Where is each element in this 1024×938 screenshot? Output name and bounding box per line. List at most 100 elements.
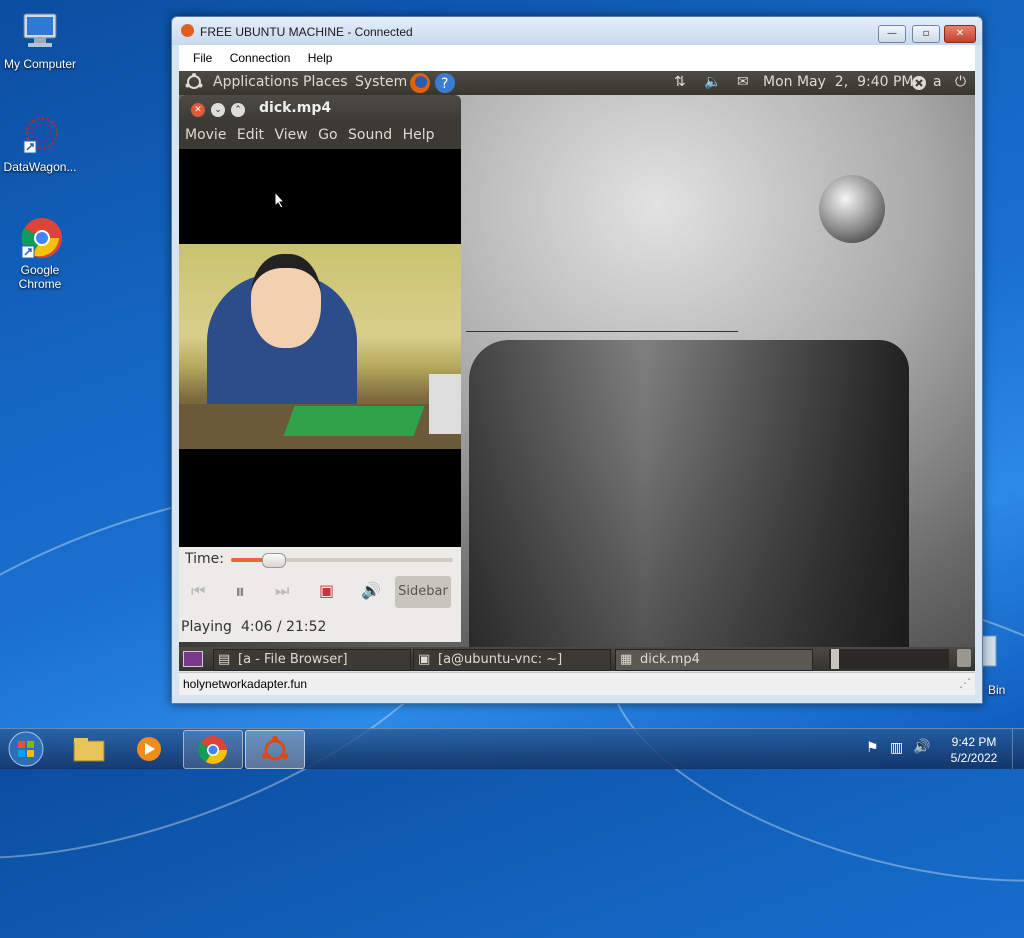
taskbar-item-label: [a - File Browser] <box>238 652 348 667</box>
taskbar-item-label: [a@ubuntu-vnc: ~] <box>438 652 563 667</box>
remote-desktop[interactable]: Applications Places System ? ⇅ 🔈 ✉ Mon M… <box>179 71 975 671</box>
vnc-menu-bar: File Connection Help <box>179 45 975 71</box>
resize-grip-icon[interactable]: ⋰ <box>959 676 971 690</box>
desk-mat <box>283 406 425 436</box>
taskbar-chrome-button[interactable] <box>183 730 243 769</box>
desktop-icon-label: Google Chrome <box>18 263 62 291</box>
taskbar-item-file-browser[interactable]: ▤ [a - File Browser] <box>213 649 411 671</box>
desktop-icon-my-computer[interactable]: My Computer <box>0 10 80 71</box>
video-area[interactable] <box>179 149 461 547</box>
user-name[interactable]: a <box>933 74 942 90</box>
system-clock[interactable]: 9:42 PM 5/2/2022 <box>944 734 1004 766</box>
window-title: FREE UBUNTU MACHINE - Connected <box>200 25 413 39</box>
recycle-bin-icon[interactable] <box>981 632 1002 672</box>
totem-player-window[interactable]: ✕ ⌄ ⌃ dick.mp4 Movie Edit View Go Sound … <box>179 95 461 642</box>
network-icon[interactable]: ▥ <box>890 740 903 756</box>
workspace-1[interactable] <box>831 649 839 669</box>
network-icon[interactable]: ⇅ <box>674 74 686 90</box>
volume-icon[interactable]: 🔈 <box>704 74 721 90</box>
glass-image <box>469 340 909 671</box>
film-icon: ▦ <box>620 652 633 667</box>
menu-go[interactable]: Go <box>318 127 337 143</box>
desktop-icon-label: DataWagon... <box>3 160 77 174</box>
menu-file[interactable]: File <box>193 51 212 65</box>
next-chapter-icon[interactable]: ⏭ <box>275 581 289 601</box>
sidebar-button[interactable]: Sidebar <box>395 576 451 608</box>
maximize-button[interactable]: ⌃ <box>231 103 245 117</box>
menu-places[interactable]: Places <box>303 74 348 90</box>
menu-sound[interactable]: Sound <box>348 127 392 143</box>
show-desktop-icon[interactable] <box>183 651 203 667</box>
character-head <box>251 254 321 348</box>
close-button[interactable]: ✕ <box>191 103 205 117</box>
workspace-switcher[interactable] <box>829 649 949 669</box>
taskbar-item-totem[interactable]: ▦ dick.mp4 <box>615 649 813 671</box>
menu-movie[interactable]: Movie <box>185 127 226 143</box>
taskbar-media-player-icon[interactable] <box>134 735 164 763</box>
menu-applications[interactable]: Applications <box>213 74 299 90</box>
computer-icon <box>18 10 62 54</box>
panel-clock[interactable]: Mon May 2, 9:40 PM <box>763 74 913 90</box>
vnc-viewer-window[interactable]: FREE UBUNTU MACHINE - Connected — ▫ ✕ Fi… <box>171 16 983 704</box>
time-label: Time: <box>185 551 224 567</box>
start-button[interactable] <box>6 730 46 768</box>
pause-button[interactable]: ⏸ <box>235 579 245 603</box>
desktop-icon-label: My Computer <box>3 57 77 71</box>
volume-icon[interactable]: 🔊 <box>913 739 930 755</box>
totem-title: dick.mp4 <box>259 100 332 116</box>
taskbar-explorer-icon[interactable] <box>72 735 106 763</box>
taskbar-ubuntu-button[interactable] <box>245 730 305 769</box>
action-center-icon[interactable]: ⚑ <box>866 740 879 756</box>
minimize-button[interactable]: ⌄ <box>211 103 225 117</box>
fullscreen-icon[interactable]: ▣ <box>319 581 334 600</box>
video-frame <box>179 244 461 449</box>
show-desktop-button[interactable] <box>1012 729 1024 769</box>
seek-slider-handle[interactable] <box>262 553 287 568</box>
mail-icon[interactable]: ✉ <box>737 74 749 90</box>
windows-taskbar: ⚑ ▥ 🔊 9:42 PM 5/2/2022 <box>0 728 1024 769</box>
close-button[interactable]: ✕ <box>944 25 976 43</box>
terminal-icon: ▣ <box>418 652 431 667</box>
taskbar-item-label: dick.mp4 <box>640 652 700 667</box>
clock-date: 5/2/2022 <box>950 751 998 765</box>
water-drop-image <box>819 175 885 243</box>
status-host: holynetworkadapter.fun <box>183 677 308 691</box>
menu-connection[interactable]: Connection <box>230 51 291 65</box>
menu-edit[interactable]: Edit <box>237 127 264 143</box>
divider-line <box>466 331 738 332</box>
desktop-icon-google-chrome[interactable]: Google Chrome <box>0 216 80 291</box>
previous-chapter-icon[interactable]: ⏮ <box>191 581 205 601</box>
chrome-icon <box>18 216 62 260</box>
folder-icon: ▤ <box>218 652 231 667</box>
menu-help[interactable]: Help <box>403 127 435 143</box>
gnome-top-panel: Applications Places System ? ⇅ 🔈 ✉ Mon M… <box>179 71 975 95</box>
desktop-icon-datawagon[interactable]: DataWagon... <box>0 113 80 174</box>
vnc-status-bar: holynetworkadapter.fun ⋰ <box>179 672 975 695</box>
totem-menu-bar: Movie Edit View Go Sound Help <box>179 123 461 149</box>
mouse-cursor-icon <box>274 190 286 212</box>
menu-system[interactable]: System <box>355 74 407 90</box>
user-status-icon[interactable] <box>911 74 927 94</box>
totem-controls: Time: ⏮ ⏸ ⏭ ▣ 🔊 Sidebar Playing 4:06 / 2… <box>179 547 461 642</box>
menu-help[interactable]: Help <box>308 51 333 65</box>
vnc-title-bar[interactable]: FREE UBUNTU MACHINE - Connected — ▫ ✕ <box>172 17 982 45</box>
volume-icon[interactable]: 🔊 <box>361 581 381 600</box>
seek-bar[interactable] <box>231 553 453 568</box>
chrome-icon <box>198 736 227 764</box>
svg-text:?: ? <box>441 76 448 92</box>
maximize-button[interactable]: ▫ <box>912 25 940 43</box>
totem-title-bar[interactable]: ✕ ⌄ ⌃ dick.mp4 <box>179 95 461 123</box>
playback-position: 4:06 / 21:52 <box>241 619 327 635</box>
ubuntu-menu-icon[interactable] <box>185 73 203 95</box>
playback-status: Playing <box>181 619 232 635</box>
power-icon[interactable]: ⏻ <box>955 74 966 90</box>
trash-icon[interactable] <box>957 649 971 667</box>
recycle-bin-label: Bin <box>988 683 1006 697</box>
gnome-bottom-panel: ▤ [a - File Browser] ▣ [a@ubuntu-vnc: ~]… <box>179 647 975 671</box>
taskbar-item-terminal[interactable]: ▣ [a@ubuntu-vnc: ~] <box>413 649 611 671</box>
clock-time: 9:42 PM <box>951 735 997 749</box>
minimize-button[interactable]: — <box>878 25 906 43</box>
menu-view[interactable]: View <box>274 127 307 143</box>
keyboard-shape <box>429 374 461 434</box>
datawagon-icon <box>18 113 62 157</box>
